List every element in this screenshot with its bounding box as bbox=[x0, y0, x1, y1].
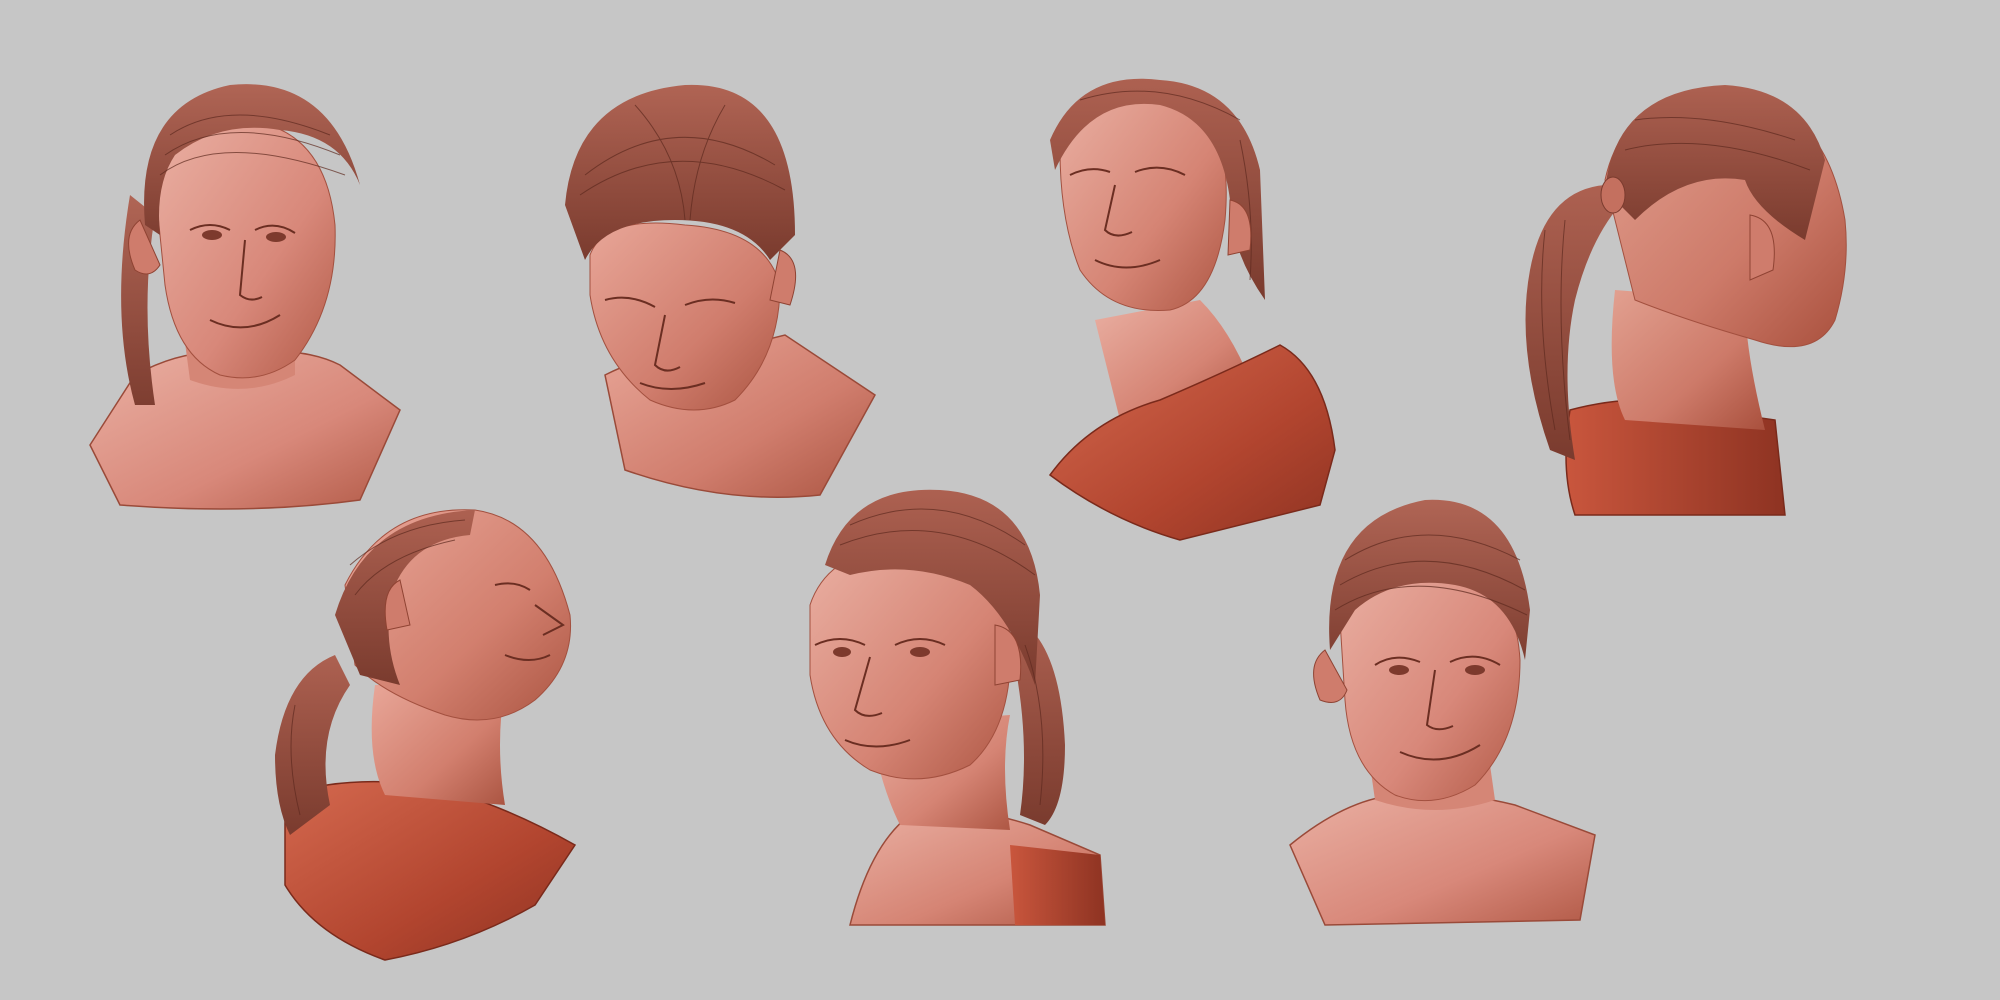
bust-rear-right-profile bbox=[1505, 85, 1865, 530]
shoulders bbox=[1289, 793, 1596, 926]
bust-looking-down bbox=[565, 84, 885, 505]
reference-sheet-canvas bbox=[0, 0, 2000, 1000]
bust-low-angle-right-profile bbox=[275, 505, 605, 965]
cut-base bbox=[284, 780, 577, 961]
hair-tie bbox=[1600, 176, 1626, 214]
bust-looking-up bbox=[1048, 78, 1350, 550]
bust-front-three-quarter-left bbox=[80, 75, 410, 515]
bust-front-smiling bbox=[1285, 499, 1605, 930]
bust-three-quarter-left-with-ponytail bbox=[809, 485, 1120, 935]
cut-side bbox=[1010, 845, 1105, 925]
